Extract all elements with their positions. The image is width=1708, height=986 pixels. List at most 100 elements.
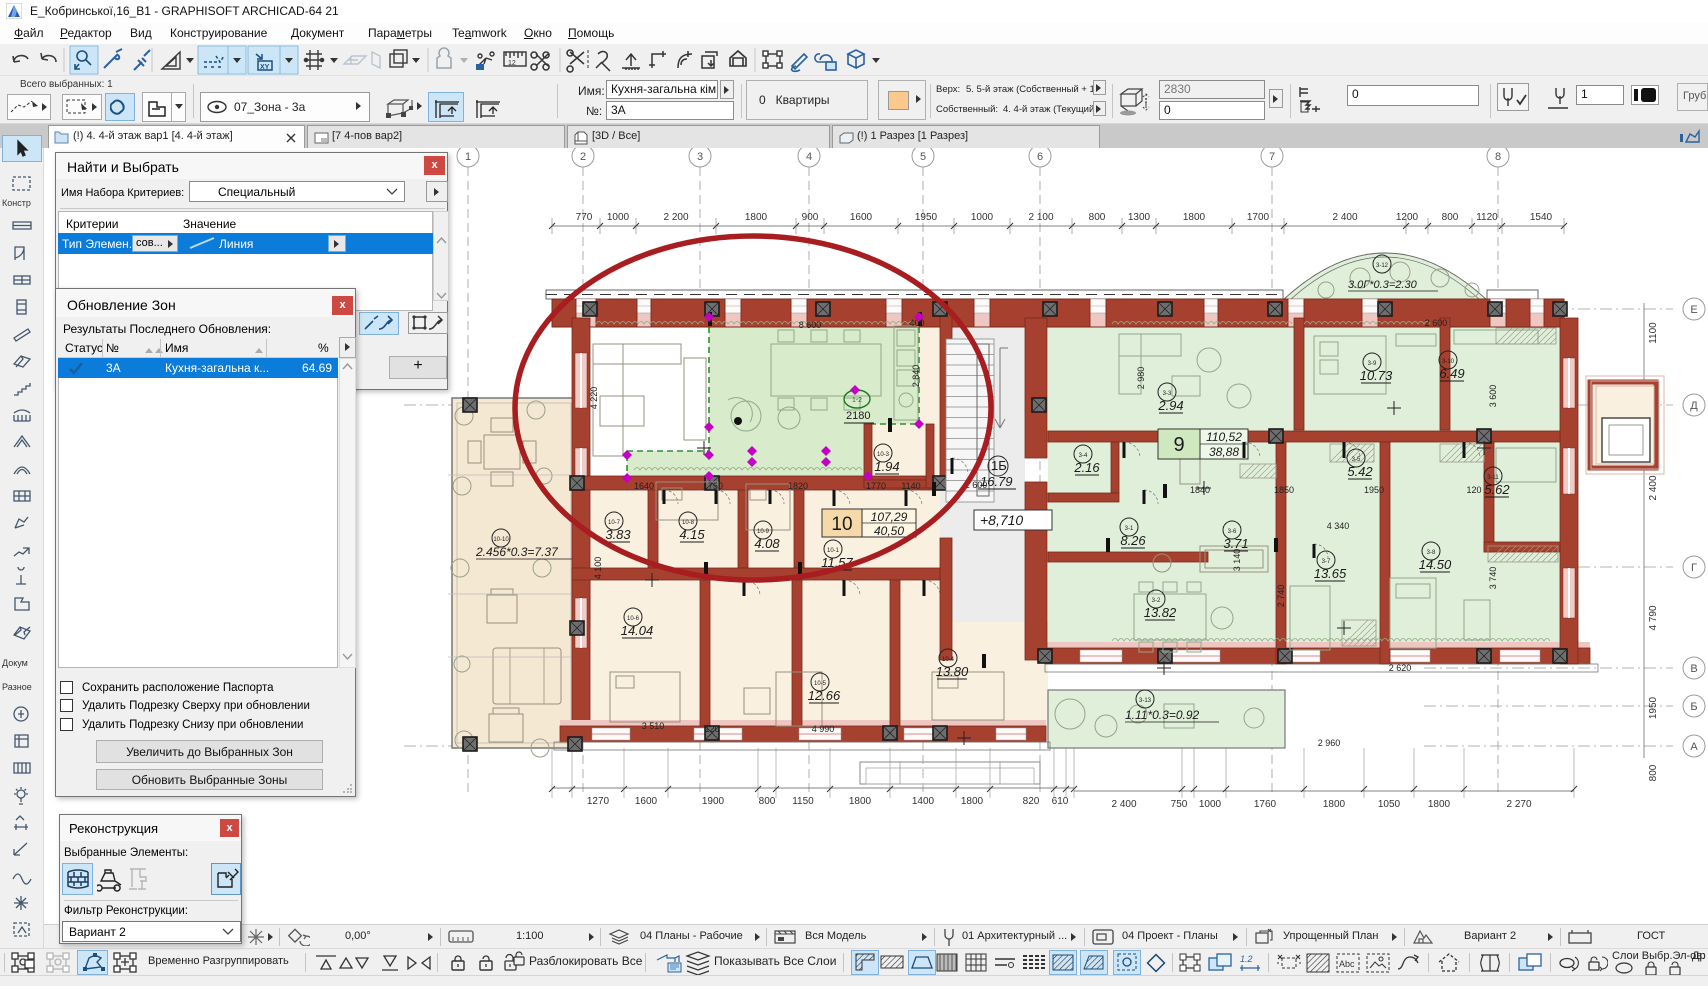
- svg-text:3 510: 3 510: [642, 721, 665, 731]
- svg-text:2 740: 2 740: [1276, 585, 1286, 608]
- svg-text:Е: Е: [1690, 304, 1697, 316]
- svg-text:3-6: 3-6: [1228, 529, 1237, 535]
- svg-text:Д: Д: [1690, 400, 1698, 412]
- svg-text:+8,710: +8,710: [980, 512, 1023, 528]
- svg-text:10-7: 10-7: [608, 520, 621, 526]
- svg-text:Abc: Abc: [1339, 959, 1355, 969]
- svg-text:1050: 1050: [1378, 799, 1401, 810]
- svg-text:1900: 1900: [702, 796, 725, 807]
- svg-text:3 600: 3 600: [1488, 385, 1498, 408]
- svg-text:800: 800: [1648, 764, 1659, 781]
- svg-text:10-9: 10-9: [757, 529, 770, 535]
- svg-text:2.456*0.3=7.37: 2.456*0.3=7.37: [475, 545, 559, 559]
- svg-text:4 990: 4 990: [812, 724, 835, 734]
- svg-text:1000: 1000: [607, 212, 630, 223]
- svg-text:3-1: 3-1: [1125, 526, 1134, 532]
- svg-text:1800: 1800: [745, 212, 768, 223]
- svg-text:А: А: [1690, 741, 1698, 753]
- svg-text:1000: 1000: [1199, 799, 1222, 810]
- svg-text:8 600: 8 600: [799, 320, 822, 330]
- svg-text:1150: 1150: [792, 796, 814, 807]
- svg-text:1760: 1760: [1254, 799, 1277, 810]
- svg-text:3-13: 3-13: [1139, 698, 1152, 704]
- svg-text:1950: 1950: [915, 212, 938, 223]
- svg-text:3-8: 3-8: [1427, 550, 1436, 556]
- svg-text:1950: 1950: [1648, 696, 1659, 719]
- svg-text:38,88: 38,88: [1209, 445, 1239, 459]
- svg-text:1Б: 1Б: [991, 458, 1007, 473]
- svg-text:7: 7: [1269, 151, 1275, 163]
- svg-text:1-2: 1-2: [852, 397, 862, 404]
- svg-text:10-4: 10-4: [942, 657, 955, 663]
- svg-text:1000: 1000: [971, 212, 994, 223]
- svg-text:4: 4: [806, 151, 812, 163]
- svg-text:9: 9: [1173, 434, 1184, 456]
- svg-text:10-3: 10-3: [877, 452, 890, 458]
- svg-text:2 960: 2 960: [1318, 738, 1341, 748]
- svg-text:770: 770: [576, 212, 593, 223]
- svg-text:3-10: 3-10: [1442, 359, 1455, 365]
- svg-text:10-8: 10-8: [682, 520, 695, 526]
- svg-text:3-11: 3-11: [1487, 475, 1499, 481]
- svg-text:3 740: 3 740: [1488, 567, 1498, 590]
- svg-text:120: 120: [704, 724, 719, 734]
- svg-text:3: 3: [697, 151, 703, 163]
- svg-text:40,50: 40,50: [874, 524, 904, 538]
- svg-text:12: 12: [508, 60, 516, 67]
- svg-text:3-3: 3-3: [1163, 391, 1172, 397]
- svg-text:Б: Б: [1690, 701, 1697, 713]
- svg-text:1950: 1950: [1364, 485, 1384, 495]
- svg-text:10-10: 10-10: [493, 537, 509, 543]
- svg-text:10-5: 10-5: [814, 681, 827, 687]
- svg-text:2 400: 2 400: [1332, 212, 1357, 223]
- svg-text:10: 10: [831, 514, 852, 535]
- svg-text:2 620: 2 620: [1389, 663, 1412, 673]
- svg-text:610: 610: [1052, 796, 1069, 807]
- svg-text:1800: 1800: [1183, 212, 1206, 223]
- svg-text:5: 5: [920, 151, 926, 163]
- svg-text:1800: 1800: [961, 796, 984, 807]
- svg-text:800: 800: [1089, 212, 1106, 223]
- svg-text:900: 900: [802, 212, 819, 223]
- svg-text:1120: 1120: [1476, 212, 1498, 223]
- svg-text:3-4: 3-4: [1079, 453, 1088, 459]
- svg-text:4 340: 4 340: [1327, 521, 1350, 531]
- svg-text:1.11*0.3=0.92: 1.11*0.3=0.92: [1125, 708, 1200, 722]
- svg-text:1140: 1140: [901, 481, 920, 491]
- svg-text:1800: 1800: [1323, 799, 1346, 810]
- svg-text:2 840: 2 840: [911, 365, 921, 388]
- svg-text:1300: 1300: [1128, 212, 1151, 223]
- svg-text:2 200: 2 200: [663, 212, 688, 223]
- svg-text:1.2: 1.2: [1240, 954, 1253, 964]
- svg-text:3-2: 3-2: [1152, 598, 1161, 604]
- svg-text:3-9: 3-9: [1368, 361, 1377, 367]
- svg-text:1770: 1770: [866, 481, 886, 491]
- svg-text:4 220: 4 220: [589, 387, 599, 410]
- svg-text:1600: 1600: [635, 796, 658, 807]
- svg-text:2 270: 2 270: [1506, 799, 1531, 810]
- svg-text:3-7: 3-7: [1322, 559, 1331, 565]
- svg-text:10-6: 10-6: [627, 616, 640, 622]
- svg-text:1850: 1850: [1274, 485, 1294, 495]
- svg-text:110,52: 110,52: [1206, 430, 1242, 444]
- svg-text:1750: 1750: [703, 481, 723, 491]
- svg-text:4 790: 4 790: [1648, 605, 1659, 630]
- svg-text:4 100: 4 100: [593, 557, 603, 580]
- svg-text:1200: 1200: [1396, 212, 1419, 223]
- svg-text:750: 750: [1171, 799, 1188, 810]
- svg-text:1: 1: [465, 151, 471, 163]
- svg-text:1820: 1820: [788, 481, 808, 491]
- svg-text:6: 6: [1037, 151, 1043, 163]
- svg-text:1800: 1800: [849, 796, 872, 807]
- svg-text:800: 800: [1442, 212, 1459, 223]
- svg-text:120: 120: [1466, 485, 1481, 495]
- svg-text:1600: 1600: [850, 212, 873, 223]
- svg-text:Г: Г: [1691, 562, 1697, 574]
- svg-text:2 600: 2 600: [1425, 318, 1448, 328]
- svg-text:3.0Г*0.3=2.30: 3.0Г*0.3=2.30: [1348, 279, 1418, 291]
- svg-text:2 400: 2 400: [1111, 799, 1136, 810]
- svg-text:1100: 1100: [1648, 322, 1659, 344]
- svg-text:2 400: 2 400: [1648, 475, 1659, 500]
- svg-text:1700: 1700: [1247, 212, 1270, 223]
- svg-text:XY: XY: [260, 64, 270, 71]
